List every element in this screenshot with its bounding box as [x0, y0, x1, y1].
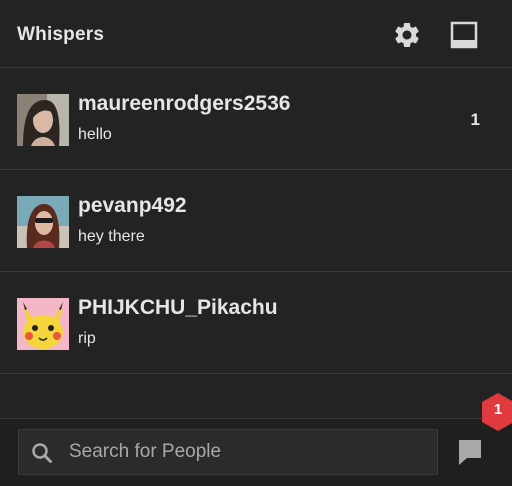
whispers-footer [0, 418, 512, 486]
whisper-thread[interactable]: PHIJKCHU_Pikachu rip [0, 272, 512, 374]
search-input[interactable] [59, 430, 449, 474]
search-icon [31, 442, 53, 469]
whisper-thread[interactable]: pevanp492 hey there [0, 170, 512, 272]
avatar [17, 298, 69, 350]
gear-icon[interactable] [392, 20, 422, 50]
search-box [18, 429, 449, 475]
new-whisper-button[interactable] [455, 437, 489, 469]
thread-last-message: hey there [78, 228, 145, 245]
thread-username: maureenrodgers2536 [78, 92, 291, 115]
unread-count: 1 [470, 110, 480, 129]
chat-bubble-icon [455, 440, 489, 473]
thread-last-message: hello [78, 126, 112, 143]
avatar [17, 94, 69, 146]
avatar [17, 196, 69, 248]
thread-last-message: rip [78, 330, 96, 347]
whispers-panel: Whispers maureenrodgers2536 hello 1 peva… [0, 0, 512, 486]
notification-badge: 1 [481, 392, 512, 432]
whispers-header: Whispers [0, 0, 512, 68]
thread-username: pevanp492 [78, 194, 187, 217]
whisper-thread[interactable]: maureenrodgers2536 hello 1 [0, 68, 512, 170]
window-dock-icon[interactable] [449, 20, 479, 50]
notification-count: 1 [493, 401, 503, 418]
panel-title: Whispers [17, 24, 105, 45]
thread-username: PHIJKCHU_Pikachu [78, 296, 278, 319]
